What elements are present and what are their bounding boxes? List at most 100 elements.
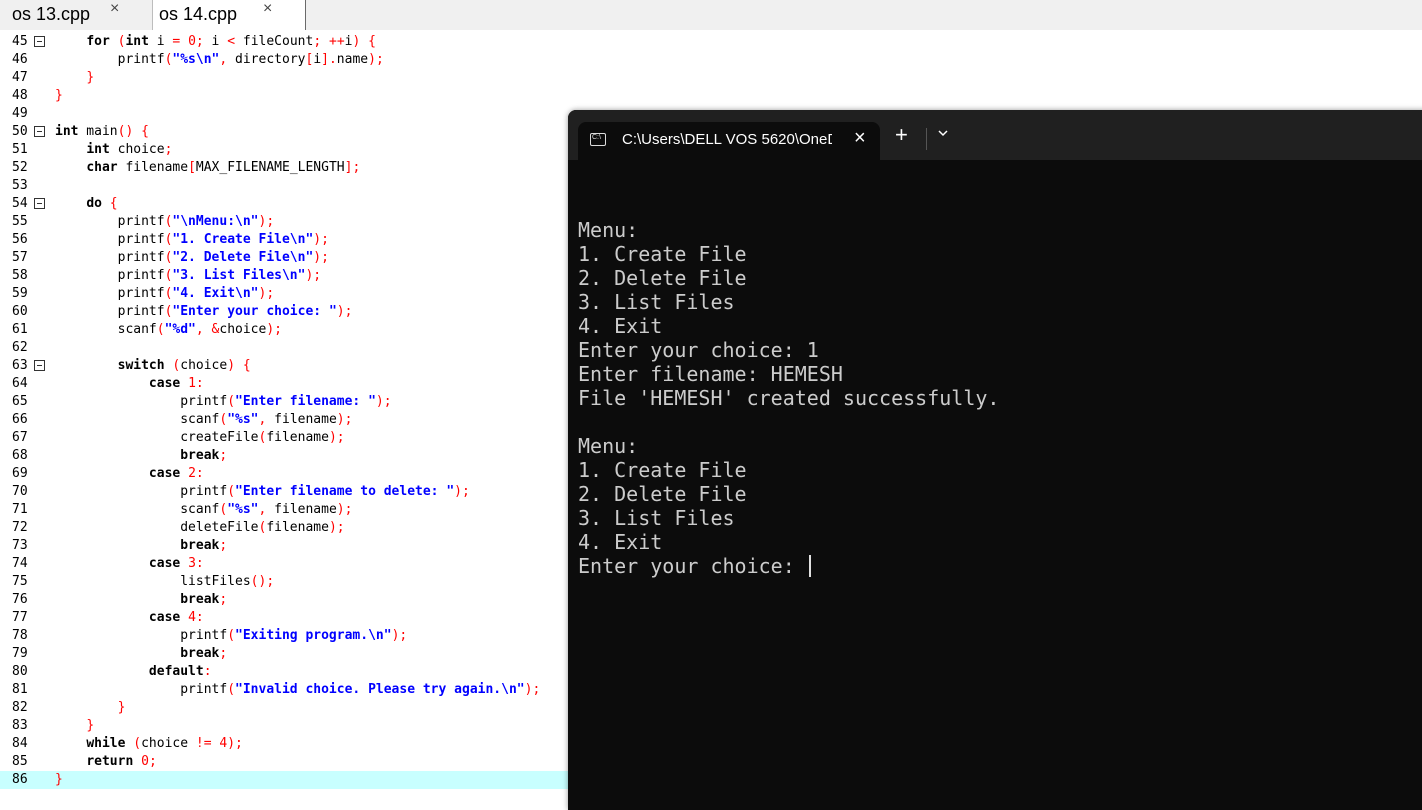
line-number: 56	[12, 232, 28, 247]
terminal-window[interactable]: C:\Users\DELL VOS 5620\OneDrive × + Menu…	[568, 110, 1422, 810]
terminal-prompt: Enter your choice:	[578, 554, 807, 578]
fold-collapse-icon[interactable]	[34, 360, 45, 371]
code-text: deleteFile(filename);	[55, 520, 345, 535]
line-number: 60	[12, 304, 28, 319]
line-number: 59	[12, 286, 28, 301]
code-line[interactable]: 46 printf("%s\n", directory[i].name);	[0, 51, 1422, 69]
line-number: 65	[12, 394, 28, 409]
code-line[interactable]: 48}	[0, 87, 1422, 105]
code-text: scanf("%s", filename);	[55, 412, 353, 427]
code-text: }	[86, 70, 95, 85]
code-text: case 3:	[148, 556, 204, 571]
line-number: 46	[12, 52, 28, 67]
code-text: printf("1. Create File\n");	[55, 232, 329, 247]
code-text: break;	[180, 538, 228, 553]
line-number: 79	[12, 646, 28, 661]
line-number: 48	[12, 88, 28, 103]
line-number: 80	[12, 664, 28, 679]
code-text: scanf("%d", &choice);	[55, 322, 282, 337]
code-text: printf("Exiting program.\n");	[55, 628, 408, 643]
line-number: 69	[12, 466, 28, 481]
tab-os14-cpp[interactable]: os 14.cpp ×	[152, 0, 306, 31]
chevron-down-icon[interactable]	[936, 126, 950, 140]
code-text: switch (choice) {	[117, 358, 251, 373]
fold-collapse-icon[interactable]	[34, 198, 45, 209]
close-icon[interactable]: ×	[110, 0, 119, 18]
terminal-lines: Menu: 1. Create File 2. Delete File 3. L…	[578, 218, 1000, 554]
line-number: 73	[12, 538, 28, 553]
code-text: printf("Enter your choice: ");	[55, 304, 353, 319]
line-number: 86	[12, 772, 28, 787]
code-text: printf("2. Delete File\n");	[55, 250, 329, 265]
code-text: printf("%s\n", directory[i].name);	[55, 52, 384, 67]
tab-os13-cpp[interactable]: os 13.cpp ×	[0, 0, 152, 30]
line-number: 83	[12, 718, 28, 733]
code-text: break;	[180, 646, 228, 661]
code-text: case 2:	[148, 466, 204, 481]
new-tab-button[interactable]: +	[895, 124, 908, 146]
code-text: return 0;	[86, 754, 157, 769]
code-text: }	[86, 718, 95, 733]
code-text: listFiles();	[55, 574, 275, 589]
line-number: 75	[12, 574, 28, 589]
code-text: printf("\nMenu:\n");	[55, 214, 275, 229]
line-number: 78	[12, 628, 28, 643]
code-text: case 4:	[148, 610, 204, 625]
fold-collapse-icon[interactable]	[34, 36, 45, 47]
terminal-tab-strip: C:\Users\DELL VOS 5620\OneDrive × +	[568, 110, 1422, 160]
line-number: 68	[12, 448, 28, 463]
close-icon[interactable]: ×	[263, 0, 272, 18]
code-text: char filename[MAX_FILENAME_LENGTH];	[86, 160, 361, 175]
line-number: 74	[12, 556, 28, 571]
code-text: do {	[86, 196, 118, 211]
line-number: 85	[12, 754, 28, 769]
code-text: break;	[180, 448, 228, 463]
line-number: 71	[12, 502, 28, 517]
line-number: 84	[12, 736, 28, 751]
code-text: while (choice != 4);	[86, 736, 243, 751]
line-number: 52	[12, 160, 28, 175]
code-text: for (int i = 0; i < fileCount; ++i) {	[86, 34, 376, 49]
code-text: int choice;	[86, 142, 173, 157]
line-number: 82	[12, 700, 28, 715]
code-text: }	[55, 772, 63, 787]
code-text: }	[117, 700, 126, 715]
line-number: 55	[12, 214, 28, 229]
code-text: }	[55, 88, 63, 103]
line-number: 64	[12, 376, 28, 391]
tab-label: os 13.cpp	[12, 4, 91, 24]
close-icon[interactable]: ×	[854, 127, 866, 150]
line-number: 66	[12, 412, 28, 427]
line-number: 81	[12, 682, 28, 697]
line-number: 57	[12, 250, 28, 265]
code-text: printf("4. Exit\n");	[55, 286, 275, 301]
line-number: 49	[12, 106, 28, 121]
terminal-tab[interactable]: C:\Users\DELL VOS 5620\OneDrive ×	[578, 122, 880, 160]
line-number: 51	[12, 142, 28, 157]
divider	[926, 128, 927, 150]
code-text: default:	[148, 664, 212, 679]
code-text: printf("Enter filename: ");	[55, 394, 392, 409]
code-text: break;	[180, 592, 228, 607]
line-number: 77	[12, 610, 28, 625]
code-line[interactable]: 47 }	[0, 69, 1422, 87]
code-text: int main() {	[55, 124, 149, 139]
editor-tab-bar: os 13.cpp × os 14.cpp ×	[0, 0, 1422, 31]
code-text: createFile(filename);	[55, 430, 345, 445]
line-number: 62	[12, 340, 28, 355]
code-line[interactable]: 45 for (int i = 0; i < fileCount; ++i) {	[0, 33, 1422, 51]
code-text: printf("3. List Files\n");	[55, 268, 322, 283]
code-text: scanf("%s", filename);	[55, 502, 353, 517]
line-number: 70	[12, 484, 28, 499]
line-number: 76	[12, 592, 28, 607]
line-number: 67	[12, 430, 28, 445]
terminal-output[interactable]: Menu: 1. Create File 2. Delete File 3. L…	[578, 194, 999, 578]
fold-collapse-icon[interactable]	[34, 126, 45, 137]
tab-label: os 14.cpp	[159, 4, 238, 24]
command-prompt-icon	[590, 133, 606, 146]
line-number: 47	[12, 70, 28, 85]
line-number: 61	[12, 322, 28, 337]
terminal-tab-title: C:\Users\DELL VOS 5620\OneDrive	[622, 131, 832, 148]
line-number: 53	[12, 178, 28, 193]
text-cursor	[808, 555, 811, 577]
